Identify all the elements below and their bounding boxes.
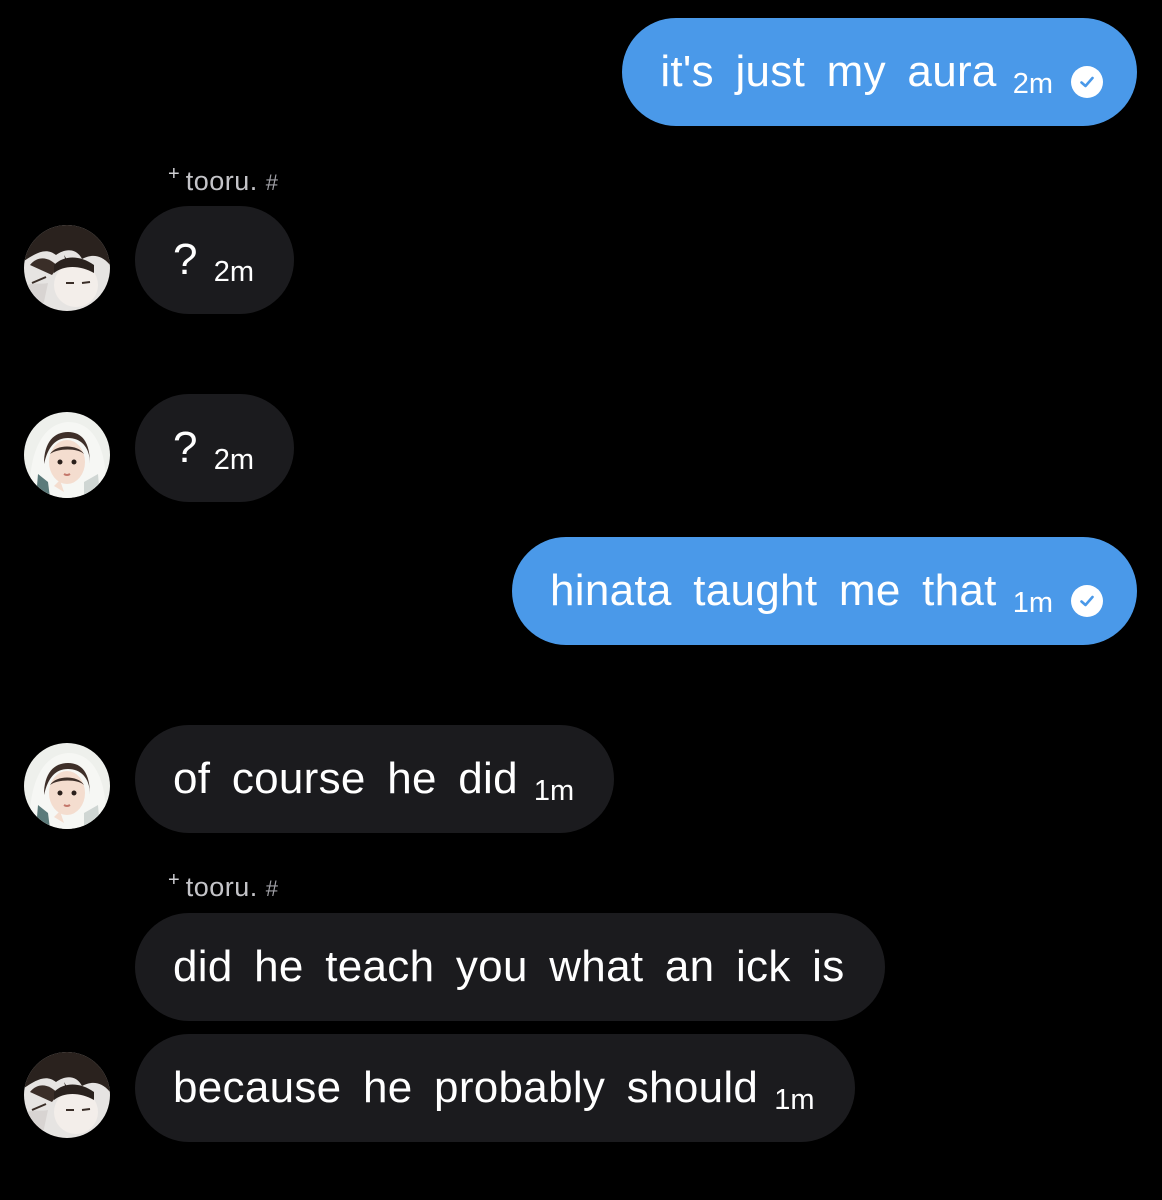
- message-bubble-incoming[interactable]: of course he did 1m: [135, 725, 615, 833]
- check-circle-icon: [1071, 585, 1103, 617]
- sender-label[interactable]: + tooru. #: [168, 163, 278, 197]
- message-timestamp: 1m: [774, 1083, 815, 1116]
- message-text: ?: [173, 235, 198, 284]
- message-timestamp: 2m: [213, 443, 255, 476]
- message-text: it's just my aura: [660, 47, 997, 96]
- sender-tag: #: [265, 170, 278, 195]
- avatar-tooru[interactable]: [24, 225, 110, 311]
- message-text: did he teach you what an ick is: [173, 942, 845, 991]
- avatar-tooru[interactable]: [24, 1052, 110, 1138]
- sender-label[interactable]: + tooru. #: [168, 869, 278, 903]
- message-bubble-incoming[interactable]: did he teach you what an ick is: [135, 913, 885, 1021]
- message-timestamp: 1m: [1012, 586, 1053, 619]
- message-bubble-outgoing[interactable]: hinata taught me that 1m: [512, 537, 1137, 645]
- sender-name: tooru.: [185, 166, 258, 196]
- message-text: of course he did: [173, 754, 518, 803]
- avatar-hooded-girl[interactable]: [24, 412, 110, 498]
- message-timestamp: 1m: [533, 774, 575, 807]
- sender-name: tooru.: [185, 872, 258, 902]
- message-text: ?: [173, 423, 198, 472]
- avatar-hooded-girl[interactable]: [24, 743, 110, 829]
- message-timestamp: 2m: [1012, 67, 1053, 100]
- plus-glyph: +: [168, 869, 180, 891]
- check-circle-icon: [1071, 66, 1103, 98]
- message-bubble-incoming[interactable]: ? 2m: [135, 206, 295, 314]
- sender-tag: #: [265, 876, 278, 901]
- message-bubble-incoming[interactable]: ? 2m: [135, 394, 295, 502]
- message-text: hinata taught me that: [550, 566, 997, 615]
- message-bubble-incoming[interactable]: because he probably should 1m: [135, 1034, 855, 1142]
- message-timestamp: 2m: [213, 255, 255, 288]
- plus-glyph: +: [168, 163, 180, 185]
- message-text: because he probably should: [173, 1063, 759, 1112]
- message-bubble-outgoing[interactable]: it's just my aura 2m: [622, 18, 1137, 126]
